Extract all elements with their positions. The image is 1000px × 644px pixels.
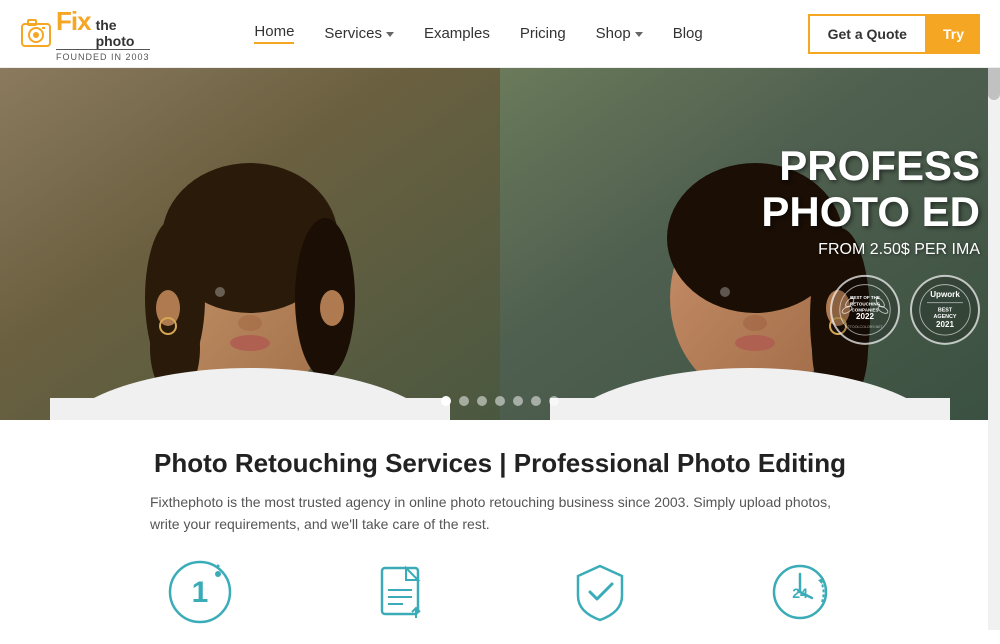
services-section: Photo Retouching Services | Professional… [0,420,1000,644]
svg-text:BEST: BEST [938,308,953,314]
carousel-dot-3[interactable] [477,396,487,406]
carousel-dot-5[interactable] [513,396,523,406]
header: Fix the photo FOUNDED IN 2003 Home Servi… [0,0,1000,68]
svg-text:2022: 2022 [856,312,874,321]
hero-badges: BEST OF THE RETOUCHING COMPANIES 2022 ©T… [761,275,980,345]
carousel-dot-1[interactable] [441,396,451,406]
logo-thephoto-top: the [96,18,135,32]
feature-icons-row: 1 ✦ [40,560,960,624]
nav-blog[interactable]: Blog [673,25,703,42]
scrollbar[interactable] [988,0,1000,630]
shield-check-icon [568,560,632,624]
svg-text:BEST OF THE: BEST OF THE [850,295,880,300]
svg-text:24: 24 [792,585,808,601]
shop-dropdown-icon [635,32,643,37]
logo-thephoto-bottom: photo [96,34,135,48]
svg-text:RETOUCHING: RETOUCHING [850,302,881,307]
carousel-dot-2[interactable] [459,396,469,406]
badge-upwork: Upwork BEST AGENCY 2021 [910,275,980,345]
main-nav: Home Services Examples Pricing Shop Blog [254,23,702,44]
document-icon [368,560,432,624]
carousel-dot-6[interactable] [531,396,541,406]
carousel-dots [441,396,559,406]
nav-services[interactable]: Services [324,25,394,42]
logo[interactable]: Fix the photo FOUNDED IN 2003 [20,6,150,62]
svg-text:AGENCY: AGENCY [934,314,957,320]
hero-text-overlay: PROFESS PHOTO ED FROM 2.50$ PER IMA BEST [761,143,980,345]
nav-home[interactable]: Home [254,23,294,44]
svg-text:✦: ✦ [215,562,222,571]
svg-text:1: 1 [192,576,209,609]
logo-founded: FOUNDED IN 2003 [56,49,150,62]
header-buttons: Get a Quote Try [808,14,980,54]
carousel-dot-7[interactable] [549,396,559,406]
hero-subtitle: FROM 2.50$ PER IMA [761,241,980,259]
carousel-dot-4[interactable] [495,396,505,406]
svg-text:Upwork: Upwork [930,291,960,300]
get-quote-button[interactable]: Get a Quote [808,14,927,54]
nav-shop[interactable]: Shop [596,25,643,42]
svg-text:©TOOLCOLORS.NET: ©TOOLCOLORS.NET [847,325,884,329]
feature-icon-2 [368,560,432,624]
badge-retouching: BEST OF THE RETOUCHING COMPANIES 2022 ©T… [830,275,900,345]
nav-examples[interactable]: Examples [424,25,490,42]
hero-title: PROFESS PHOTO ED [761,143,980,235]
hero-section: PROFESS PHOTO ED FROM 2.50$ PER IMA BEST [0,68,1000,420]
feature-icon-3 [568,560,632,624]
hero-before-image [0,68,500,420]
svg-text:2021: 2021 [936,320,954,329]
logo-fix: Fix [56,6,91,37]
24h-icon: 24 [768,560,832,624]
nav-pricing[interactable]: Pricing [520,25,566,42]
feature-icon-1: 1 ✦ [168,560,232,624]
services-title: Photo Retouching Services | Professional… [40,448,960,479]
services-description: Fixthephoto is the most trusted agency i… [150,491,850,536]
try-button[interactable]: Try [927,14,980,54]
number-one-icon: 1 ✦ [168,560,232,624]
feature-icon-4: 24 [768,560,832,624]
services-dropdown-icon [386,32,394,37]
logo-camera-icon [20,16,52,52]
